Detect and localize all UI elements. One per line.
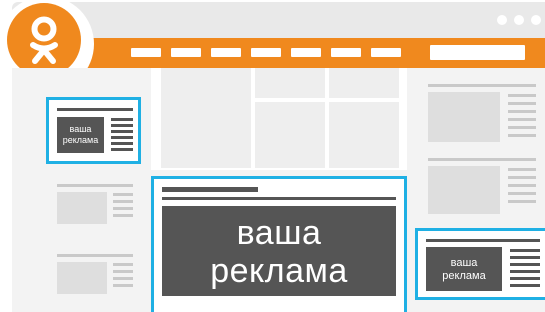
right-thumbnail <box>428 92 500 142</box>
text-line <box>111 136 133 139</box>
text-line <box>113 277 133 280</box>
text-line <box>113 193 133 196</box>
text-line <box>111 124 133 127</box>
text-line <box>162 187 258 192</box>
text-line <box>508 102 536 105</box>
text-line <box>508 184 536 187</box>
ad-banner[interactable]: ваша реклама <box>426 247 502 291</box>
nav-item[interactable] <box>171 48 201 57</box>
nav-item[interactable] <box>251 48 281 57</box>
text-line <box>508 126 536 129</box>
text-line <box>111 148 133 151</box>
ad-text-line2: реклама <box>442 270 486 282</box>
text-line <box>162 197 396 200</box>
ad-slot-small-left[interactable]: ваша реклама <box>46 97 141 164</box>
left-thumbnail <box>57 192 107 224</box>
ad-banner[interactable]: ваша реклама <box>162 206 396 296</box>
ad-slot-bottom-right[interactable]: ваша реклама <box>415 228 545 300</box>
nav-item[interactable] <box>291 48 321 57</box>
text-line <box>426 239 540 242</box>
text-line <box>508 134 536 137</box>
text-line <box>510 263 540 266</box>
grid-cell <box>329 102 399 168</box>
text-line <box>111 130 133 133</box>
left-thumbnail <box>57 262 107 294</box>
ad-banner[interactable]: ваша реклама <box>57 117 104 153</box>
odnoklassniki-logo-icon <box>7 3 81 77</box>
text-line <box>510 256 540 259</box>
text-line <box>113 263 133 266</box>
text-line <box>113 270 133 273</box>
text-line <box>428 84 536 87</box>
nav-item[interactable] <box>131 48 161 57</box>
text-line <box>428 158 536 161</box>
window-dot-icon[interactable] <box>497 15 507 25</box>
ad-slot-center[interactable]: ваша реклама <box>151 176 407 312</box>
grid-cell <box>329 68 399 98</box>
window-dot-icon[interactable] <box>514 15 524 25</box>
ad-text-line1: ваша <box>236 214 322 252</box>
search-input[interactable] <box>430 45 525 60</box>
grid-cell <box>161 68 251 168</box>
text-line <box>508 168 536 171</box>
text-line <box>508 94 536 97</box>
grid-cell <box>255 68 325 98</box>
text-line <box>113 200 133 203</box>
text-line <box>508 192 536 195</box>
ad-text-line2: реклама <box>62 135 99 145</box>
text-line <box>508 118 536 121</box>
text-line <box>510 277 540 280</box>
text-line <box>510 270 540 273</box>
text-line <box>57 254 133 257</box>
window-dot-icon[interactable] <box>531 15 541 25</box>
text-line <box>111 142 133 145</box>
nav-item[interactable] <box>211 48 241 57</box>
text-line <box>508 110 536 113</box>
text-line <box>510 249 540 252</box>
ad-text-line1: ваша <box>69 124 92 134</box>
text-line <box>113 214 133 217</box>
ad-text-line2: реклама <box>210 252 348 290</box>
text-line <box>113 207 133 210</box>
text-line <box>57 184 133 187</box>
grid-cell <box>255 102 325 168</box>
text-line <box>111 118 133 121</box>
right-thumbnail <box>428 166 500 214</box>
text-line <box>508 200 536 203</box>
text-line <box>57 108 133 111</box>
nav-item[interactable] <box>331 48 361 57</box>
text-line <box>510 284 540 287</box>
ad-text-line1: ваша <box>450 257 478 269</box>
nav-item[interactable] <box>371 48 401 57</box>
text-line <box>508 176 536 179</box>
text-line <box>113 284 133 287</box>
